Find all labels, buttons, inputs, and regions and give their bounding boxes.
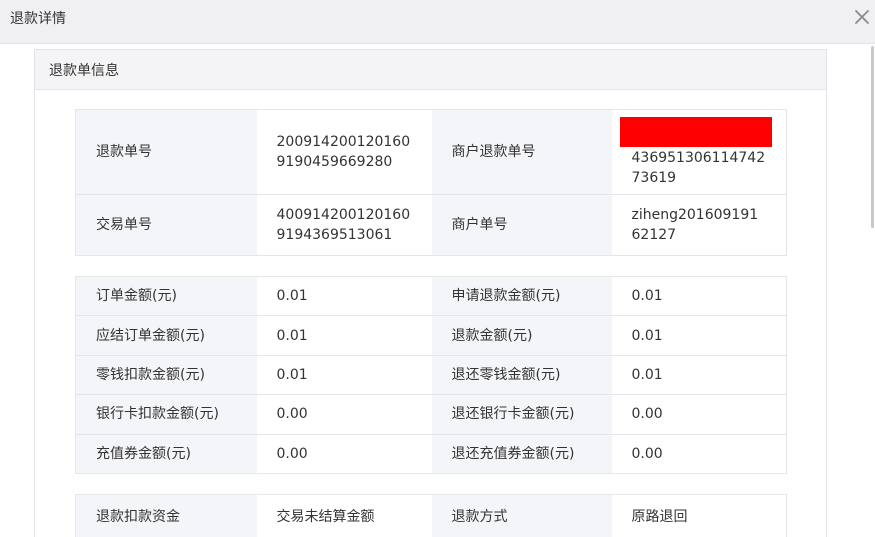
basic-info-table: 退款单号 2009142001201609190459669280 商户退款单号…	[75, 109, 787, 256]
table-row: 退款单号 2009142001201609190459669280 商户退款单号…	[75, 109, 787, 195]
close-icon	[855, 10, 869, 24]
merchant-order-no-value: ziheng20160919162127	[611, 194, 787, 256]
refund-amount-label: 退还充值券金额(元)	[431, 434, 612, 474]
refund-amount-label: 退还零钱金额(元)	[431, 355, 612, 396]
scrollbar[interactable]	[870, 44, 875, 537]
trade-no-label: 交易单号	[75, 194, 257, 256]
merchant-refund-no-cell: 43695130611474273619	[611, 109, 787, 195]
dialog-title: 退款详情	[10, 11, 66, 27]
table-row: 充值券金额(元) 0.00 退还充值券金额(元) 0.00	[75, 434, 787, 474]
amount-label: 零钱扣款金额(元)	[75, 355, 257, 396]
amount-value: 0.01	[256, 355, 432, 396]
table-row: 零钱扣款金额(元) 0.01 退还零钱金额(元) 0.01	[75, 355, 787, 396]
close-button[interactable]	[851, 5, 873, 29]
refund-amount-value: 0.01	[611, 315, 787, 356]
amount-value: 0.00	[256, 434, 432, 474]
refund-method-value: 原路退回	[611, 494, 787, 537]
refund-amount-label: 申请退款金额(元)	[431, 276, 612, 317]
refund-amount-label: 退还银行卡金额(元)	[431, 394, 612, 435]
refund-method-table: 退款扣款资金 交易未结算金额 退款方式 原路退回	[75, 494, 787, 537]
dialog-header: 退款详情	[0, 0, 875, 44]
refund-amount-value: 0.00	[611, 434, 787, 474]
table-row: 订单金额(元) 0.01 申请退款金额(元) 0.01	[75, 276, 787, 317]
table-row: 应结订单金额(元) 0.01 退款金额(元) 0.01	[75, 315, 787, 356]
refund-fund-value: 交易未结算金额	[256, 494, 432, 537]
table-row: 退款扣款资金 交易未结算金额 退款方式 原路退回	[75, 494, 787, 537]
scrollbar-thumb[interactable]	[871, 46, 874, 228]
merchant-refund-no-label: 商户退款单号	[431, 109, 612, 195]
merchant-order-no-label: 商户单号	[431, 194, 612, 256]
amount-table: 订单金额(元) 0.01 申请退款金额(元) 0.01 应结订单金额(元) 0.01 退款金…	[75, 276, 787, 474]
amount-label: 充值券金额(元)	[75, 434, 257, 474]
refund-amount-value: 0.01	[611, 355, 787, 396]
panel-header: 退款单信息	[35, 50, 826, 90]
refund-no-label: 退款单号	[75, 109, 257, 195]
amount-value: 0.01	[256, 276, 432, 317]
panel-title: 退款单信息	[49, 62, 119, 79]
table-row: 银行卡扣款金额(元) 0.00 退还银行卡金额(元) 0.00	[75, 394, 787, 435]
amount-label: 应结订单金额(元)	[75, 315, 257, 356]
amount-label: 银行卡扣款金额(元)	[75, 394, 257, 435]
redaction-box	[619, 116, 772, 147]
merchant-refund-no-value: 43695130611474273619	[631, 149, 766, 186]
table-row: 交易单号 4009142001201609194369513061 商户单号 z…	[75, 194, 787, 256]
refund-amount-value: 0.00	[611, 394, 787, 435]
amount-value: 0.01	[256, 315, 432, 356]
refund-amount-value: 0.01	[611, 276, 787, 317]
amount-value: 0.00	[256, 394, 432, 435]
refund-no-value: 2009142001201609190459669280	[256, 109, 432, 195]
refund-fund-label: 退款扣款资金	[75, 494, 257, 537]
trade-no-value: 4009142001201609194369513061	[256, 194, 432, 256]
refund-amount-label: 退款金额(元)	[431, 315, 612, 356]
refund-method-label: 退款方式	[431, 494, 612, 537]
amount-label: 订单金额(元)	[75, 276, 257, 317]
